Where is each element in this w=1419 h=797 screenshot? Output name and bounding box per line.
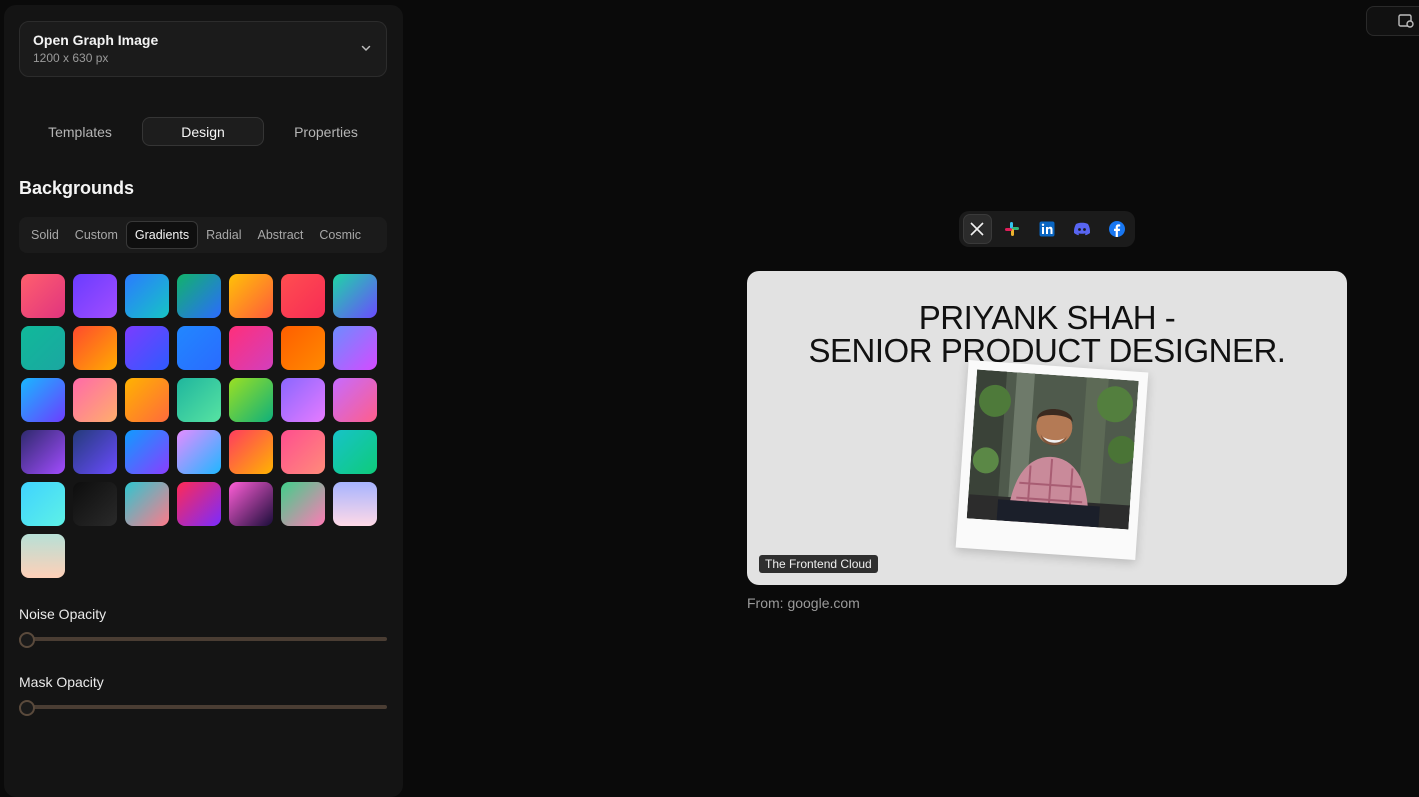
gradient-swatch[interactable] bbox=[73, 482, 117, 526]
bg-tab-custom[interactable]: Custom bbox=[67, 221, 126, 249]
tab-design[interactable]: Design bbox=[142, 117, 264, 146]
bg-tab-gradients[interactable]: Gradients bbox=[125, 221, 199, 249]
gradient-swatch[interactable] bbox=[73, 274, 117, 318]
gradient-swatch[interactable] bbox=[73, 430, 117, 474]
gradient-swatch[interactable] bbox=[229, 378, 273, 422]
mask-opacity-label: Mask Opacity bbox=[19, 674, 104, 690]
gradient-swatch[interactable] bbox=[333, 430, 377, 474]
x-button[interactable] bbox=[963, 214, 992, 244]
slider-thumb[interactable] bbox=[19, 632, 35, 648]
background-type-tabs: Solid Custom Gradients Radial Abstract C… bbox=[19, 217, 387, 253]
bg-tab-abstract[interactable]: Abstract bbox=[250, 221, 312, 249]
og-title-line-1: PRIYANK SHAH - bbox=[918, 299, 1176, 336]
gradient-swatch[interactable] bbox=[21, 274, 65, 318]
tab-properties[interactable]: Properties bbox=[265, 117, 387, 146]
gradient-swatch[interactable] bbox=[73, 378, 117, 422]
backgrounds-title: Backgrounds bbox=[19, 178, 135, 198]
polaroid-photo bbox=[955, 359, 1149, 561]
og-image-preview[interactable]: PRIYANK SHAH - SENIOR PRODUCT DESIGNER. bbox=[747, 271, 1347, 585]
gradient-swatch[interactable] bbox=[333, 326, 377, 370]
gradient-swatch[interactable] bbox=[177, 430, 221, 474]
tab-templates[interactable]: Templates bbox=[19, 117, 141, 146]
top-right-action-button[interactable] bbox=[1366, 6, 1419, 36]
bg-tab-cosmic[interactable]: Cosmic bbox=[311, 221, 369, 249]
gradient-swatch[interactable] bbox=[177, 274, 221, 318]
noise-opacity-label: Noise Opacity bbox=[19, 606, 107, 622]
gradient-swatch[interactable] bbox=[125, 430, 169, 474]
profile-photo bbox=[966, 369, 1139, 530]
gradient-swatch[interactable] bbox=[21, 378, 65, 422]
discord-icon bbox=[1073, 222, 1090, 236]
gradient-swatch[interactable] bbox=[177, 378, 221, 422]
facebook-icon bbox=[1108, 221, 1125, 237]
bg-tab-radial[interactable]: Radial bbox=[198, 221, 249, 249]
slider-thumb[interactable] bbox=[19, 700, 35, 716]
gradient-swatch[interactable] bbox=[281, 482, 325, 526]
slider-track bbox=[19, 637, 387, 641]
gradient-swatch[interactable] bbox=[229, 482, 273, 526]
gradient-swatch[interactable] bbox=[21, 482, 65, 526]
gradient-swatch[interactable] bbox=[21, 326, 65, 370]
og-title: PRIYANK SHAH - SENIOR PRODUCT DESIGNER. bbox=[747, 301, 1347, 367]
format-size: 1200 x 630 px bbox=[33, 51, 109, 65]
gradient-swatch[interactable] bbox=[229, 430, 273, 474]
design-sidebar: Open Graph Image 1200 x 630 px Templates… bbox=[4, 5, 403, 797]
gradient-swatch[interactable] bbox=[281, 378, 325, 422]
gradient-swatch[interactable] bbox=[125, 378, 169, 422]
slider-track bbox=[19, 705, 387, 709]
gradient-swatch[interactable] bbox=[177, 482, 221, 526]
x-icon bbox=[970, 222, 984, 236]
gradient-swatch[interactable] bbox=[333, 482, 377, 526]
gradient-swatch[interactable] bbox=[281, 274, 325, 318]
gradient-swatch[interactable] bbox=[229, 274, 273, 318]
noise-opacity-slider[interactable] bbox=[19, 632, 387, 648]
gradient-swatch[interactable] bbox=[125, 274, 169, 318]
linkedin-button[interactable] bbox=[1033, 214, 1062, 244]
brand-badge: The Frontend Cloud bbox=[759, 555, 878, 573]
og-title-line-2: SENIOR PRODUCT DESIGNER. bbox=[808, 332, 1286, 369]
discord-button[interactable] bbox=[1067, 214, 1096, 244]
gradient-swatch[interactable] bbox=[333, 378, 377, 422]
facebook-button[interactable] bbox=[1102, 214, 1131, 244]
source-domain: From: google.com bbox=[747, 595, 860, 611]
linkedin-icon bbox=[1039, 221, 1055, 237]
slack-button[interactable] bbox=[998, 214, 1027, 244]
gradient-swatch[interactable] bbox=[125, 482, 169, 526]
format-title: Open Graph Image bbox=[33, 32, 159, 48]
frame-settings-icon bbox=[1398, 14, 1414, 28]
chevron-down-icon bbox=[361, 45, 371, 52]
format-dropdown[interactable]: Open Graph Image 1200 x 630 px bbox=[19, 21, 387, 77]
gradient-swatch[interactable] bbox=[21, 534, 65, 578]
share-platform-bar bbox=[959, 211, 1135, 247]
gradient-swatch[interactable] bbox=[281, 326, 325, 370]
gradient-swatch-grid bbox=[21, 274, 387, 578]
slack-icon bbox=[1005, 222, 1020, 236]
gradient-swatch[interactable] bbox=[125, 326, 169, 370]
gradient-swatch[interactable] bbox=[21, 430, 65, 474]
gradient-swatch[interactable] bbox=[333, 274, 377, 318]
main-tabs: Templates Design Properties bbox=[19, 117, 387, 146]
mask-opacity-slider[interactable] bbox=[19, 700, 387, 716]
gradient-swatch[interactable] bbox=[177, 326, 221, 370]
bg-tab-solid[interactable]: Solid bbox=[23, 221, 67, 249]
gradient-swatch[interactable] bbox=[281, 430, 325, 474]
gradient-swatch[interactable] bbox=[73, 326, 117, 370]
gradient-swatch[interactable] bbox=[229, 326, 273, 370]
